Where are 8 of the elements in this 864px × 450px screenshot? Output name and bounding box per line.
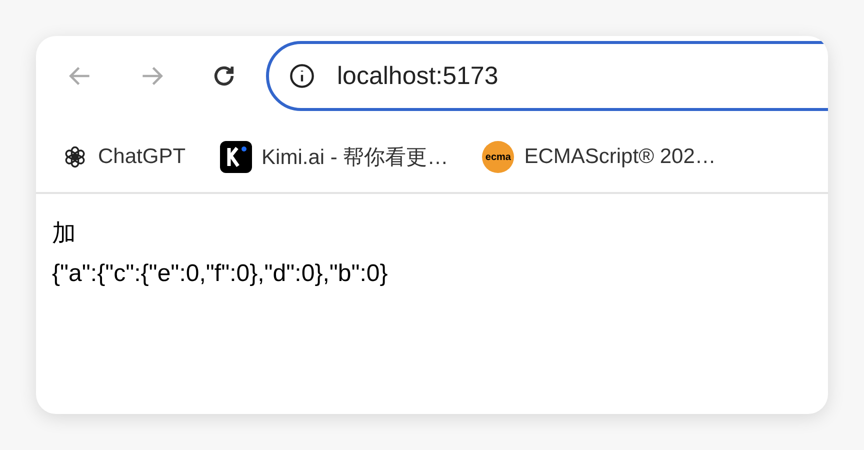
page-text: 加 <box>52 219 77 249</box>
ecma-logo-icon: ecma <box>482 141 514 173</box>
bookmark-item[interactable]: Kimi.ai - 帮你看更… <box>220 141 448 173</box>
url-text: localhost:5173 <box>337 62 498 90</box>
page-text: {"a":{"c":{"e":0,"f":0},"d":0},"b":0} <box>52 259 389 289</box>
address-bar[interactable]: localhost:5173 <box>266 41 828 111</box>
bookmark-item[interactable]: ChatGPT <box>62 144 186 170</box>
bookmark-item[interactable]: ecma ECMAScript® 202… <box>482 141 716 173</box>
